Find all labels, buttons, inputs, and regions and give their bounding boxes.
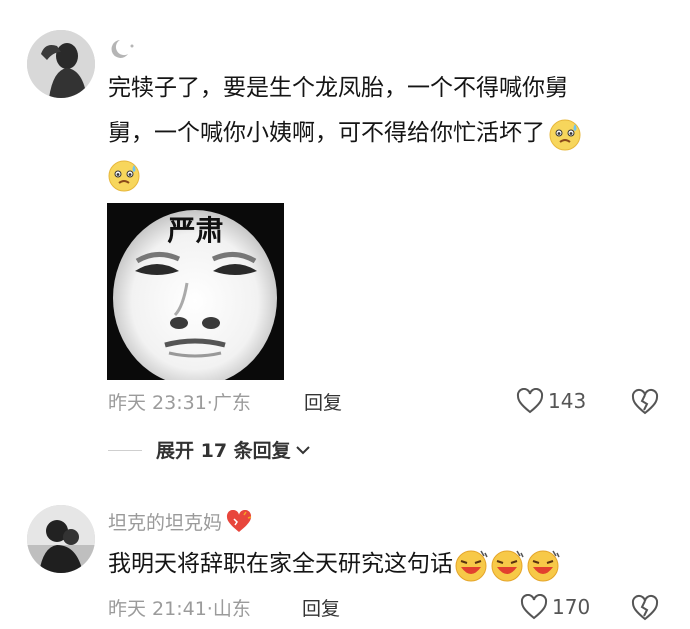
chevron-down-icon: [295, 445, 310, 454]
comment-time: 昨天 21:41: [108, 598, 207, 620]
heart-icon: [520, 594, 548, 620]
moon-icon: [111, 40, 134, 58]
comment-text-line-2-wrap: 舅，一个喊你小姨啊，可不得给你忙活坏了: [108, 113, 583, 153]
username-wrap[interactable]: 坦克的坦克妈: [108, 508, 252, 535]
comment-text-line-1: 完犊子了，要是生个龙凤胎，一个不得喊你舅: [108, 75, 568, 101]
comment-text-line-2: 舅，一个喊你小姨啊，可不得给你忙活坏了: [108, 120, 545, 146]
username-moon-icon[interactable]: [108, 38, 138, 60]
laughing-emoji-icon: [489, 547, 525, 583]
comment-meta: 昨天 23:31·广东: [108, 388, 251, 415]
sweat-face-emoji-icon: [547, 116, 583, 152]
reply-button[interactable]: 回复: [304, 388, 342, 415]
meme-caption: 严肃: [167, 214, 224, 247]
heart-icon: [516, 388, 544, 414]
sweat-face-emoji-icon: [106, 157, 142, 193]
comment-text: 我明天将辞职在家全天研究这句话: [108, 551, 453, 577]
comment-text-wrap: 我明天将辞职在家全天研究这句话: [108, 544, 561, 584]
username: 坦克的坦克妈: [108, 512, 223, 534]
expand-line: [108, 450, 142, 451]
expand-replies-label: 展开 17 条回复: [156, 440, 291, 462]
expand-replies-button[interactable]: 展开 17 条回复: [156, 436, 311, 463]
comment-location: 广东: [212, 392, 251, 414]
like-button[interactable]: 143: [516, 386, 586, 416]
comment-time: 昨天 23:31: [108, 392, 207, 414]
meme-image[interactable]: 严肃: [107, 203, 284, 380]
broken-heart-icon: [631, 388, 659, 415]
like-button[interactable]: 170: [520, 592, 590, 622]
sparkling-heart-icon: [227, 509, 252, 532]
comment-location: 山东: [212, 598, 251, 620]
dislike-button[interactable]: [630, 594, 660, 622]
like-count: 143: [548, 389, 587, 413]
laughing-emoji-icon: [453, 547, 489, 583]
reply-button[interactable]: 回复: [302, 594, 340, 621]
comment-meta: 昨天 21:41·山东: [108, 594, 251, 621]
laughing-emoji-icon: [525, 547, 561, 583]
dislike-button[interactable]: [630, 388, 660, 416]
broken-heart-icon: [631, 594, 659, 621]
like-count: 170: [552, 595, 591, 619]
avatar[interactable]: [27, 505, 95, 573]
avatar[interactable]: [27, 30, 95, 98]
